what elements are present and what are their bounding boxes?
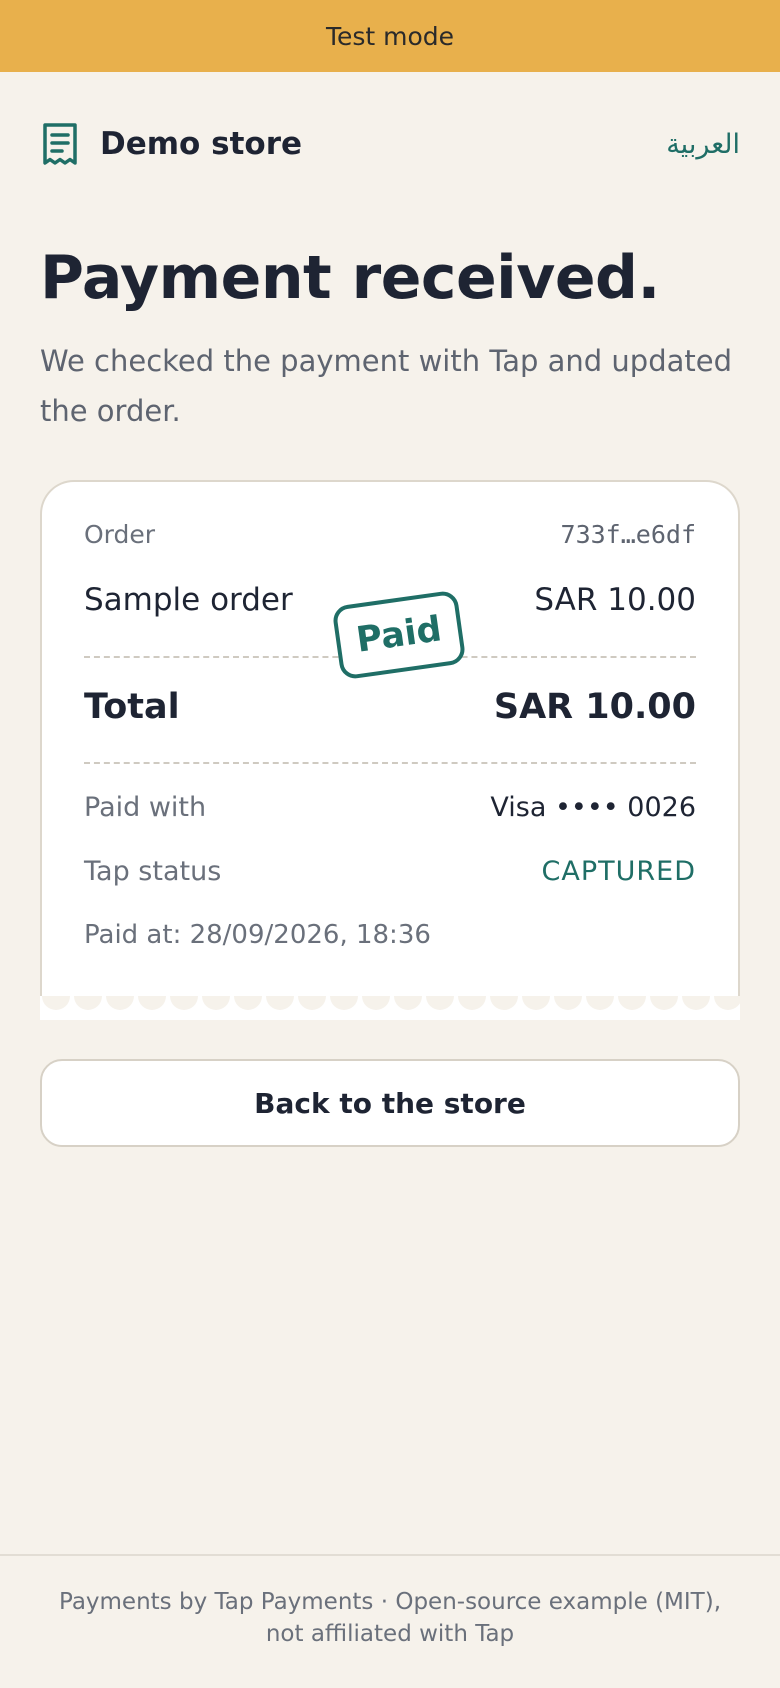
page: Test mode Demo store العربية Payment rec… [0,0,780,1688]
order-row: Order 733f…e6df [84,520,696,549]
paid-stamp-text: Paid [353,609,445,661]
page-title: Payment received. [40,243,660,313]
paid-stamp: Paid [331,589,467,681]
line-item-amount: SAR 10.00 [534,582,696,618]
paid-at-row: Paid at: 28/09/2026, 18:36 [84,920,696,950]
paid-with-label: Paid with [84,792,207,823]
receipt-scallop-edge [40,996,740,1020]
total-label: Total [84,687,180,727]
line-item-name: Sample order [84,582,293,618]
receipt-card: Order 733f…e6df Sample order SAR 10.00 T… [40,480,740,1020]
tap-status-value: CAPTURED [541,856,696,887]
tap-status-row: Tap status CAPTURED [84,856,696,887]
back-to-store-button[interactable]: Back to the store [40,1059,740,1147]
order-id: 733f…e6df [560,520,696,549]
paid-with-row: Paid with Visa •••• 0026 [84,792,696,823]
test-mode-text: Test mode [325,21,455,51]
receipt-icon [40,122,80,166]
brand[interactable]: Demo store [40,122,302,166]
page-subtitle: We checked the payment with Tap and upda… [40,344,733,428]
order-label: Order [84,520,156,549]
dashed-divider [84,762,696,764]
paid-with-value: Visa •••• 0026 [490,792,696,823]
total-amount: SAR 10.00 [493,687,696,727]
footer: Payments by Tap Payments · Open-source e… [0,1554,780,1688]
receipt-body: Order 733f…e6df Sample order SAR 10.00 T… [40,480,740,996]
footer-text: Payments by Tap Payments · Open-source e… [58,1589,722,1647]
store-name: Demo store [100,126,303,162]
language-switch-link[interactable]: العربية [666,129,740,160]
total-row: Total SAR 10.00 [84,687,696,727]
tap-status-label: Tap status [84,856,222,887]
paid-at-text: Paid at: 28/09/2026, 18:36 [84,920,431,950]
test-mode-banner: Test mode [0,0,780,72]
header: Demo store العربية [40,120,740,168]
